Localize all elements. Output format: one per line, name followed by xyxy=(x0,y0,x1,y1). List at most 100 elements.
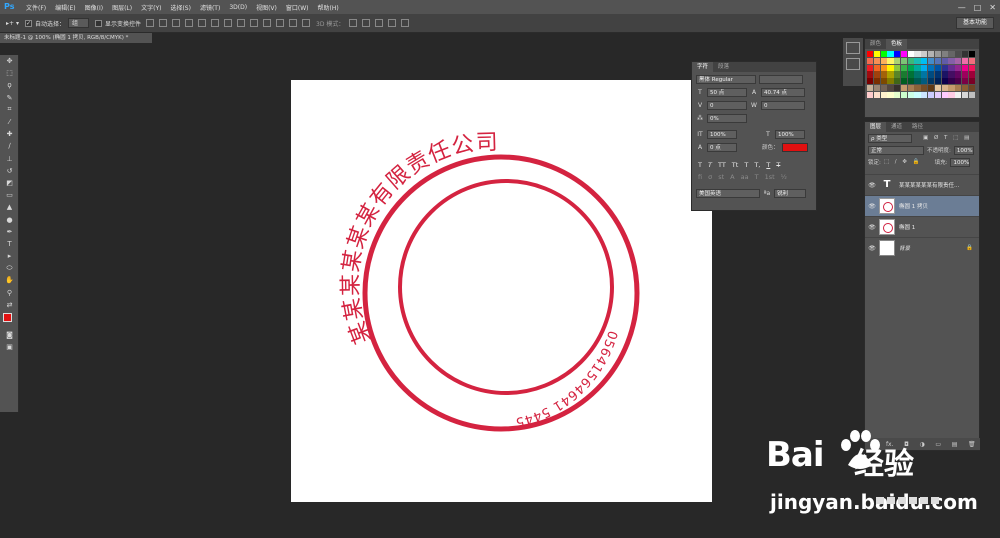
color-swatch[interactable] xyxy=(961,51,969,58)
tray-icon[interactable] xyxy=(909,497,917,504)
underline-button[interactable]: T xyxy=(766,161,770,169)
color-swatch[interactable] xyxy=(921,71,928,78)
color-swatch[interactable] xyxy=(900,64,908,71)
menu-window[interactable]: 窗口(W) xyxy=(286,3,309,12)
color-swatch[interactable] xyxy=(948,84,955,92)
eye-icon[interactable]: 👁 xyxy=(865,203,879,210)
color-swatch[interactable] xyxy=(934,51,941,58)
color-swatch[interactable] xyxy=(934,91,941,98)
color-swatch[interactable] xyxy=(961,84,969,92)
color-swatch[interactable] xyxy=(928,64,935,71)
color-swatch[interactable] xyxy=(907,57,914,64)
color-swatch[interactable] xyxy=(880,71,887,78)
distribute-left-icon[interactable] xyxy=(263,19,272,27)
color-swatch[interactable] xyxy=(921,51,928,58)
color-swatch[interactable] xyxy=(887,51,894,58)
color-swatch[interactable] xyxy=(894,64,901,71)
color-swatch[interactable] xyxy=(941,57,948,64)
fraction-icon[interactable]: ½ xyxy=(781,173,787,181)
color-swatch[interactable] xyxy=(894,84,901,92)
color-swatch[interactable] xyxy=(921,78,928,85)
titling-icon[interactable]: T xyxy=(755,173,759,181)
maximize-button[interactable]: □ xyxy=(974,3,982,12)
horizontal-scale-field[interactable]: 100% xyxy=(775,129,805,139)
menu-select[interactable]: 选择(S) xyxy=(170,3,191,12)
color-swatch[interactable] xyxy=(914,84,921,92)
color-swatch[interactable] xyxy=(900,57,908,64)
menu-help[interactable]: 帮助(H) xyxy=(318,3,339,12)
menu-image[interactable]: 图像(I) xyxy=(85,3,103,12)
alternates-icon[interactable]: A xyxy=(730,173,734,181)
layer-row-ellipse-copy[interactable]: 👁 椭圆 1 拷贝 xyxy=(865,195,979,216)
color-swatch[interactable] xyxy=(887,57,894,64)
color-swatch[interactable] xyxy=(887,84,894,92)
ordinal-icon[interactable]: 1st xyxy=(765,173,775,181)
color-swatch[interactable] xyxy=(934,57,941,64)
leading-field[interactable]: 40.74 点 xyxy=(761,87,805,97)
color-swatch[interactable] xyxy=(934,84,941,92)
color-swatch[interactable] xyxy=(880,64,887,71)
color-swatch[interactable] xyxy=(873,91,880,98)
color-swatch[interactable] xyxy=(955,57,962,64)
tray-icon[interactable] xyxy=(898,497,906,504)
color-swatch[interactable] xyxy=(914,64,921,71)
blend-mode-select[interactable]: 正常 xyxy=(868,145,924,155)
tray-icon[interactable] xyxy=(920,497,928,504)
menu-type[interactable]: 文字(Y) xyxy=(141,3,161,12)
3d-pan-icon[interactable] xyxy=(375,19,384,27)
text-color-chip[interactable] xyxy=(781,142,808,152)
color-swatch[interactable] xyxy=(941,78,948,85)
faux-italic-button[interactable]: T xyxy=(708,161,712,169)
color-swatch[interactable] xyxy=(948,64,955,71)
tray-icon[interactable] xyxy=(887,497,895,504)
ligature-icon[interactable]: fi xyxy=(698,173,702,181)
kerning-field[interactable]: 0 xyxy=(707,100,747,110)
history-panel-icon[interactable] xyxy=(846,42,860,54)
color-swatch[interactable] xyxy=(894,78,901,85)
color-swatch[interactable] xyxy=(873,57,880,64)
auto-align-icon[interactable] xyxy=(302,19,311,27)
crop-tool-icon[interactable]: ⌗ xyxy=(0,104,19,116)
swap-colors-icon[interactable]: ⇄ xyxy=(0,299,19,311)
history-brush-tool-icon[interactable]: ↺ xyxy=(0,165,19,177)
color-swatch[interactable] xyxy=(907,78,914,85)
eye-icon[interactable]: 👁 xyxy=(865,245,879,252)
workspace-switcher[interactable]: 基本功能 xyxy=(955,17,994,29)
tab-color[interactable]: 颜色 xyxy=(865,39,886,49)
auto-select-option[interactable]: ✓ 自动选择： 组 xyxy=(24,18,89,28)
color-swatch[interactable] xyxy=(961,91,969,98)
color-swatch[interactable] xyxy=(941,71,948,78)
dodge-tool-icon[interactable]: ● xyxy=(0,213,19,225)
clone-stamp-tool-icon[interactable]: ⊥ xyxy=(0,153,19,165)
color-swatch[interactable] xyxy=(873,64,880,71)
color-swatch[interactable] xyxy=(907,84,914,92)
color-swatch[interactable] xyxy=(948,91,955,98)
color-swatch[interactable] xyxy=(867,78,874,85)
3d-roll-icon[interactable] xyxy=(362,19,371,27)
color-swatch[interactable] xyxy=(914,78,921,85)
color-swatch[interactable] xyxy=(955,64,962,71)
menu-file[interactable]: 文件(F) xyxy=(26,3,46,12)
color-swatch[interactable] xyxy=(968,51,975,58)
zoom-tool-icon[interactable]: ⚲ xyxy=(0,287,19,299)
align-top-icon[interactable] xyxy=(146,19,155,27)
color-swatch[interactable] xyxy=(914,71,921,78)
filter-icons[interactable]: ▣ Ø T ⬚ ▤ xyxy=(923,135,971,141)
color-swatch[interactable] xyxy=(894,91,901,98)
quick-select-tool-icon[interactable]: ✎ xyxy=(0,92,19,104)
align-middle-icon[interactable] xyxy=(159,19,168,27)
screen-mode-icon[interactable]: ▣ xyxy=(0,341,19,353)
show-transform-option[interactable]: 显示变换控件 xyxy=(95,19,141,28)
3d-slide-icon[interactable] xyxy=(388,19,397,27)
canvas[interactable]: 某某某某某某有限责任公司 05641564641 5445 xyxy=(291,80,712,502)
tracking-field[interactable]: 0 xyxy=(761,100,805,110)
foreground-color[interactable] xyxy=(3,312,12,322)
color-swatch[interactable] xyxy=(948,78,955,85)
color-swatch[interactable] xyxy=(900,84,908,92)
color-swatch[interactable] xyxy=(928,91,935,98)
lasso-tool-icon[interactable]: ϙ xyxy=(0,79,19,91)
color-swatch[interactable] xyxy=(887,71,894,78)
strikethrough-button[interactable]: T xyxy=(776,161,780,169)
font-family-select[interactable]: 黑体 Regular xyxy=(696,74,756,84)
tray-icon[interactable] xyxy=(876,497,884,504)
